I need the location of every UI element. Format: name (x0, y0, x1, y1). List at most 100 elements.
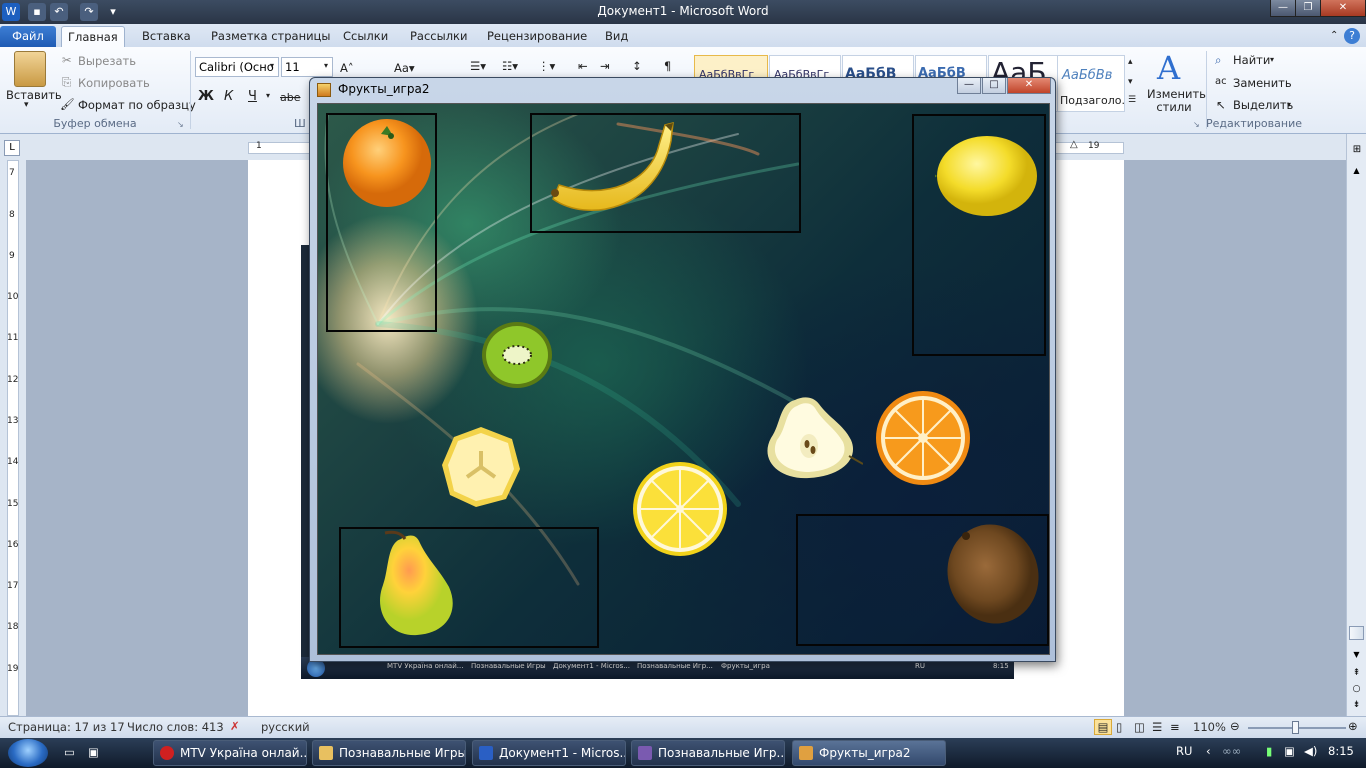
scroll-thumb[interactable] (1349, 626, 1364, 640)
proofing-icon[interactable]: ✗ (230, 719, 240, 733)
game-close-button[interactable]: ✕ (1007, 78, 1051, 94)
tray-app-icon[interactable]: ∞∞ (1222, 744, 1241, 758)
cut-button[interactable]: Вырезать (78, 54, 136, 68)
tab-selector-icon[interactable]: L (4, 140, 20, 156)
page-count[interactable]: Страница: 17 из 17 (8, 720, 125, 734)
switch-windows-icon[interactable]: ▣ (88, 745, 99, 759)
print-layout-view-icon[interactable]: ▤ (1094, 719, 1112, 735)
paste-button[interactable]: Вставить (6, 88, 62, 102)
tray-clock[interactable]: 8:15 (1328, 744, 1354, 758)
taskbar-item-word[interactable]: Документ1 - Micros... (472, 740, 626, 766)
font-name-combo[interactable]: Calibri (Осно (195, 57, 279, 77)
lemon-fruit[interactable] (935, 134, 1039, 218)
zoom-out-icon[interactable]: ⊖ (1230, 719, 1240, 733)
bold-button[interactable]: Ж (198, 89, 214, 104)
strikethrough-button[interactable]: abe (280, 91, 301, 104)
taskbar-item-opera[interactable]: MTV Україна онлай... (153, 740, 307, 766)
lemon-slice[interactable] (632, 461, 728, 557)
web-layout-view-icon[interactable]: ◫ (1134, 720, 1145, 734)
word-count[interactable]: Число слов: 413 (127, 720, 224, 734)
numbering-icon[interactable]: ☷▾ (502, 59, 518, 73)
clipboard-launcher-icon[interactable]: ↘ (177, 120, 184, 129)
font-name-dropdown-icon[interactable]: ▾ (270, 61, 274, 70)
tab-page-layout[interactable]: Разметка страницы (205, 26, 336, 47)
draft-view-icon[interactable]: ≡ (1170, 720, 1180, 734)
tab-file[interactable]: Файл (0, 26, 56, 47)
styles-scroll-down-icon[interactable]: ▾ (1128, 77, 1133, 87)
right-indent-marker[interactable]: △ (1070, 139, 1078, 150)
scroll-up-icon[interactable]: ▲ (1349, 166, 1364, 180)
orange-fruit[interactable] (340, 114, 434, 208)
tray-battery-icon[interactable]: ▮ (1266, 744, 1272, 758)
minimize-button[interactable]: — (1270, 0, 1296, 17)
sort-icon[interactable]: ↕ (632, 59, 642, 73)
increase-indent-icon[interactable]: ⇥ (600, 59, 610, 73)
view-ruler-icon[interactable]: ⊞ (1350, 144, 1364, 158)
zoom-in-icon[interactable]: ⊕ (1348, 719, 1358, 733)
vertical-scrollbar[interactable]: ⊞ ▲ ▼ ⇞ ○ ⇟ (1346, 134, 1366, 716)
tray-network-icon[interactable]: ▣ (1284, 744, 1295, 758)
styles-launcher-icon[interactable]: ↘ (1193, 120, 1200, 129)
underline-dropdown-icon[interactable]: ▾ (266, 91, 270, 100)
find-button[interactable]: Найти (1233, 53, 1270, 67)
paste-icon[interactable] (14, 51, 46, 87)
change-case-icon[interactable]: Aa▾ (394, 61, 415, 75)
prev-page-icon[interactable]: ⇞ (1349, 668, 1364, 682)
multilevel-list-icon[interactable]: ⋮▾ (538, 59, 555, 73)
show-marks-icon[interactable]: ¶ (664, 59, 671, 73)
tab-review[interactable]: Рецензирование (481, 26, 593, 47)
find-dropdown-icon[interactable]: ▾ (1270, 55, 1274, 64)
next-page-icon[interactable]: ⇟ (1349, 700, 1364, 714)
vertical-ruler[interactable]: 7 8 9 10 11 12 13 14 15 16 17 18 19 (0, 160, 26, 716)
select-icon[interactable]: ↖ (1216, 98, 1226, 112)
tray-volume-icon[interactable]: ◀) (1304, 744, 1317, 758)
language-indicator[interactable]: русский (261, 720, 310, 734)
styles-scroll-up-icon[interactable]: ▴ (1128, 57, 1133, 67)
styles-more-icon[interactable]: ☰ (1128, 95, 1136, 105)
pear-slice[interactable] (759, 394, 863, 482)
taskbar-item-vs[interactable]: Познавальные Игр... (631, 740, 785, 766)
scroll-down-icon[interactable]: ▼ (1349, 650, 1364, 664)
replace-button[interactable]: Заменить (1233, 76, 1292, 90)
decrease-indent-icon[interactable]: ⇤ (578, 59, 588, 73)
ribbon-minimize-icon[interactable]: ⌃ (1324, 26, 1344, 47)
tray-language[interactable]: RU (1176, 744, 1192, 758)
grow-font-icon[interactable]: A˄ (340, 61, 354, 75)
format-painter-button[interactable]: Формат по образцу (78, 98, 196, 112)
find-icon[interactable]: ⌕ (1215, 53, 1221, 68)
show-desktop-icon[interactable]: ▭ (64, 745, 75, 759)
taskbar-item-game[interactable]: Фрукты_игра2 (792, 740, 946, 766)
zoom-level[interactable]: 110% (1193, 720, 1226, 734)
tab-view[interactable]: Вид (599, 26, 634, 47)
start-button[interactable] (8, 739, 48, 767)
format-painter-icon[interactable]: 🖌 (60, 97, 75, 111)
help-icon[interactable]: ? (1344, 28, 1360, 44)
change-styles-button[interactable]: Изменить стили (1147, 88, 1206, 114)
select-dropdown-icon[interactable]: ▾ (1287, 100, 1291, 109)
copy-button[interactable]: Копировать (78, 76, 150, 90)
cut-icon[interactable]: ✂ (62, 53, 72, 67)
italic-button[interactable]: К (224, 89, 233, 104)
maximize-button[interactable]: ❐ (1295, 0, 1321, 17)
tab-home[interactable]: Главная (61, 26, 125, 47)
tab-mailings[interactable]: Рассылки (404, 26, 473, 47)
banana-slice[interactable] (440, 425, 522, 509)
orange-slice[interactable] (875, 390, 971, 486)
game-minimize-button[interactable]: — (957, 78, 981, 94)
font-size-dropdown-icon[interactable]: ▾ (324, 61, 328, 70)
game-canvas[interactable] (317, 103, 1050, 655)
taskbar-item-folder[interactable]: Познавальные Игры (312, 740, 466, 766)
copy-icon[interactable]: ⎘ (62, 75, 71, 90)
game-maximize-button[interactable]: □ (982, 78, 1006, 94)
zoom-slider-thumb[interactable] (1292, 721, 1299, 734)
tab-references[interactable]: Ссылки (337, 26, 394, 47)
style-subtitle[interactable]: АаБбВв Подзаголо... (1057, 55, 1125, 112)
replace-icon[interactable]: ac (1215, 76, 1227, 87)
underline-button[interactable]: Ч (248, 89, 257, 104)
full-screen-view-icon[interactable]: ▯ (1116, 720, 1122, 734)
banana-fruit[interactable] (547, 121, 679, 223)
tab-insert[interactable]: Вставка (136, 26, 197, 47)
bullets-icon[interactable]: ☰▾ (470, 59, 486, 73)
close-button[interactable]: ✕ (1320, 0, 1366, 17)
select-browse-object-icon[interactable]: ○ (1349, 684, 1364, 698)
